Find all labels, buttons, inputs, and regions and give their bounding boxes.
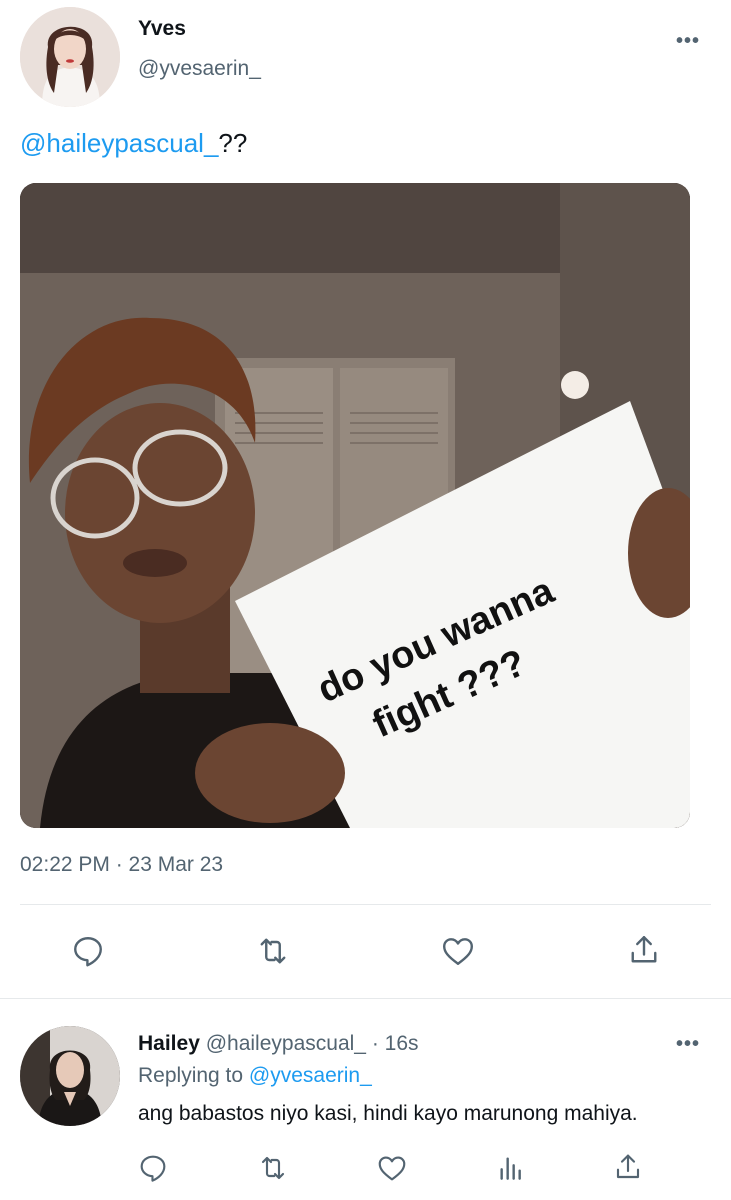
mention-link[interactable]: @haileypascual_ xyxy=(20,128,218,158)
reply-author-avatar[interactable] xyxy=(20,1026,120,1126)
replying-to-handle[interactable]: @yvesaerin_ xyxy=(249,1064,372,1087)
reply-like-icon[interactable] xyxy=(376,1152,408,1184)
reply-retweet-icon[interactable] xyxy=(256,1152,290,1184)
author-handle[interactable]: @yvesaerin_ xyxy=(138,57,261,81)
avatar-photo-icon xyxy=(20,7,120,107)
tweet-timestamp[interactable]: 02:22 PM · 23 Mar 23 xyxy=(20,853,223,877)
reply-share-icon[interactable] xyxy=(612,1150,644,1184)
divider xyxy=(20,904,711,905)
reply-author-handle[interactable]: @haileypascual_ xyxy=(206,1032,366,1055)
reply-reply-icon[interactable] xyxy=(137,1152,169,1184)
reply-analytics-icon[interactable] xyxy=(495,1152,527,1184)
share-icon[interactable] xyxy=(626,931,662,969)
reply-icon[interactable] xyxy=(70,933,106,969)
retweet-icon[interactable] xyxy=(254,933,292,969)
more-options-icon[interactable]: ••• xyxy=(676,30,700,53)
reply-avatar-photo-icon xyxy=(20,1026,120,1126)
tweet-image[interactable]: do you wanna fight ??? xyxy=(20,183,690,828)
replying-to-label: Replying to xyxy=(138,1064,244,1087)
reply-time: · 16s xyxy=(371,1032,419,1055)
author-avatar[interactable] xyxy=(20,7,120,107)
tweet-text-suffix: ?? xyxy=(218,128,248,158)
tweet-text: @haileypascual_?? xyxy=(20,128,247,159)
reply-more-options-icon[interactable]: ••• xyxy=(676,1033,700,1056)
replying-to: Replying to @yvesaerin_ xyxy=(138,1064,372,1088)
author-name[interactable]: Yves xyxy=(138,17,186,41)
like-icon[interactable] xyxy=(440,933,476,969)
reply-header: Hailey @haileypascual_ · 16s xyxy=(138,1032,419,1056)
section-divider xyxy=(0,998,731,999)
reply-text: ang babastos niyo kasi, hindi kayo marun… xyxy=(138,1102,638,1125)
reply-author-name[interactable]: Hailey xyxy=(138,1032,200,1055)
